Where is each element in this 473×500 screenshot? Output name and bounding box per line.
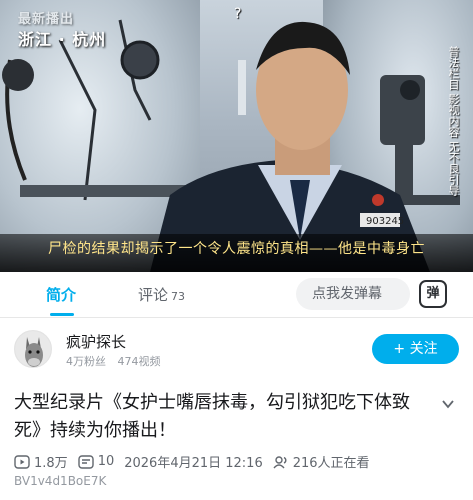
donkey-avatar-icon: [15, 331, 51, 367]
side-caption: 普法栏目 影视内容 无不良引导: [447, 46, 460, 196]
danmaku-count-icon: [77, 454, 94, 469]
tab-comments[interactable]: 评论 73: [138, 284, 185, 305]
tab-active-indicator: [50, 313, 74, 316]
location-text: 浙江 · 杭州: [18, 30, 107, 49]
location-tag: 最新播出 浙江 · 杭州: [18, 10, 106, 50]
bvid-text[interactable]: BV1v4d1BoE7K: [14, 474, 106, 488]
tab-intro[interactable]: 简介: [46, 284, 76, 305]
play-count-icon: [14, 454, 30, 469]
comment-count: 73: [171, 290, 186, 303]
watching-count: 216人正在看: [292, 456, 370, 471]
danmaku-toggle-button[interactable]: 弹: [419, 280, 447, 308]
tab-intro-label: 简介: [46, 286, 77, 304]
view-count: 1.8万: [34, 456, 68, 471]
tab-comments-label: 评论: [138, 286, 169, 304]
uploader-name[interactable]: 疯驴探长: [66, 331, 126, 352]
publish-time: 2026年4月21日 12:16: [124, 452, 263, 471]
video-player[interactable]: 903245 最新播出 浙江 · 杭州 ? 普法栏目 影视内容 无不良引导 尸检…: [0, 0, 473, 272]
badge-number: 903245: [366, 216, 404, 227]
video-title: 大型纪录片《女护士嘴唇抹毒，勾引狱犯吃下体致死》持续为你播出！: [14, 392, 410, 441]
danmaku-input[interactable]: 点我发弹幕: [296, 278, 410, 310]
video-count: 474视频: [117, 355, 161, 368]
uploader-stats: 4万粉丝 474视频: [66, 353, 169, 369]
help-icon[interactable]: ?: [234, 6, 241, 22]
watching-stat: 216人正在看: [273, 452, 370, 471]
video-subtitle: 尸检的结果却揭示了一个令人震惊的真相——他是中毒身亡: [48, 241, 425, 257]
publish-datetime: 2026年4月21日 12:16: [124, 456, 263, 471]
people-icon: [273, 455, 287, 468]
video-meta: 1.8万 10 2026年4月21日 12:16 216人正在看: [14, 452, 380, 471]
location-watermark: 最新播出: [18, 12, 75, 27]
fans-count: 4万粉丝: [66, 355, 106, 368]
views-stat: 1.8万: [14, 452, 68, 471]
avatar[interactable]: [14, 330, 52, 368]
follow-button[interactable]: + 关注: [372, 334, 459, 364]
chevron-down-icon[interactable]: [440, 396, 456, 412]
danmaku-stat: 10: [77, 454, 115, 469]
danmaku-count: 10: [97, 454, 115, 469]
